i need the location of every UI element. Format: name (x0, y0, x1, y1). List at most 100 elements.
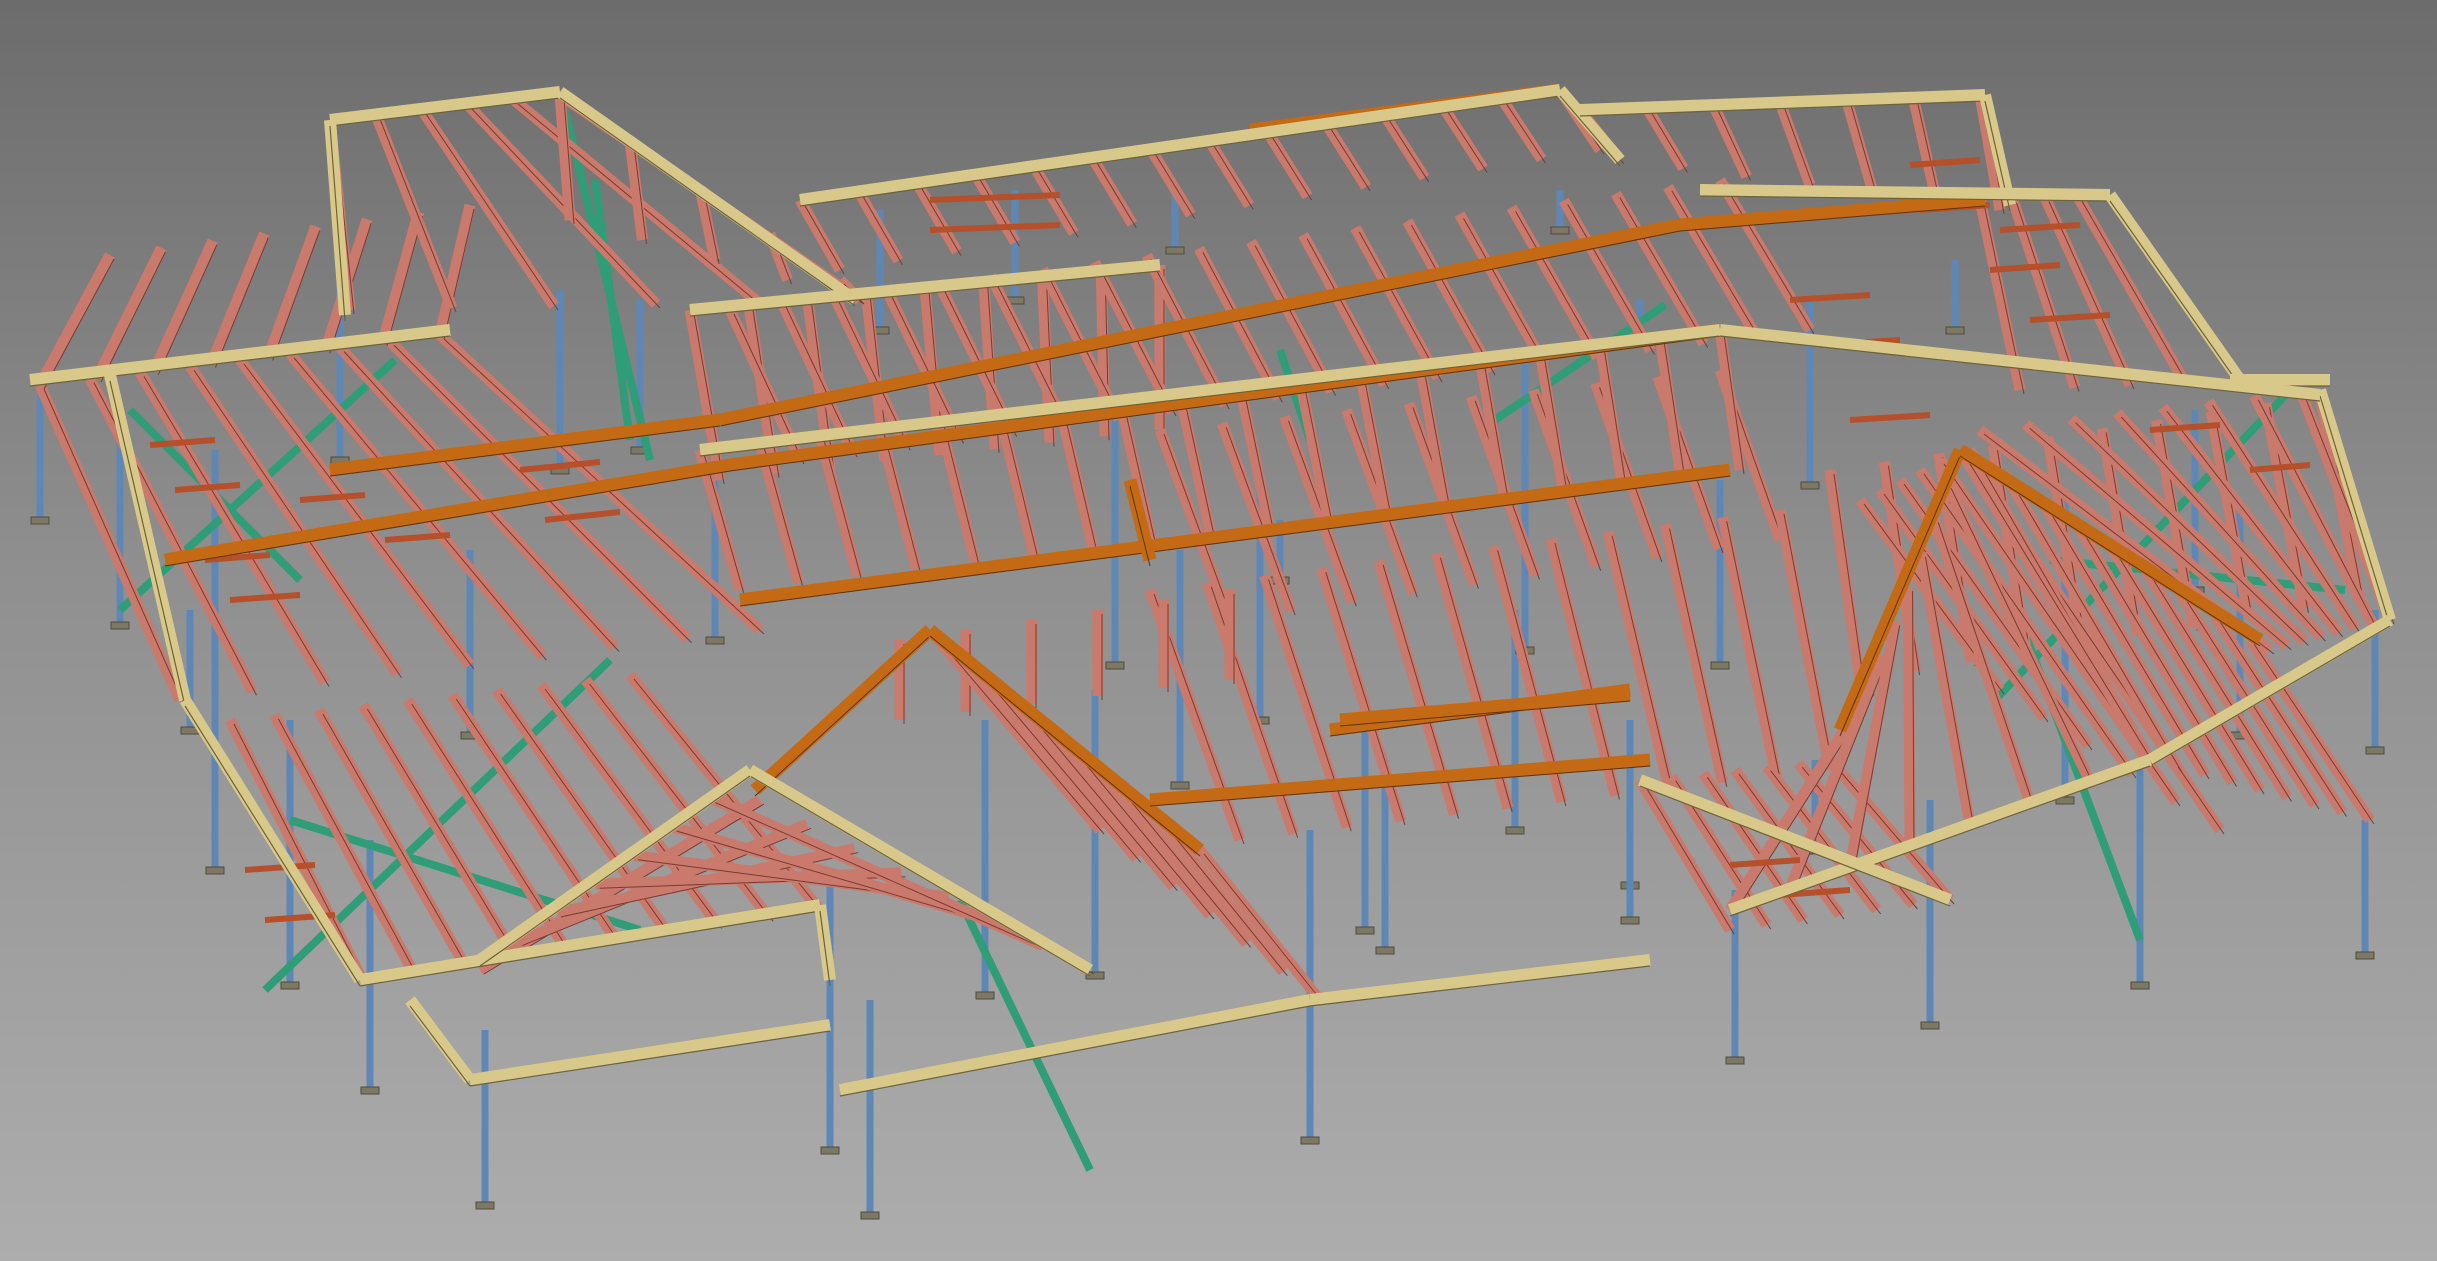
fascia-board (1555, 86, 1625, 164)
rafter-edge (1716, 108, 1752, 181)
rafter (1321, 120, 1371, 190)
post-base-plate (705, 636, 725, 645)
rafter (1087, 154, 1138, 227)
post-base-plate (1620, 916, 1640, 925)
rafter-edge (1271, 136, 1313, 201)
fascia-board (799, 84, 1561, 206)
purlin (1729, 857, 1801, 868)
post-base-plate (975, 991, 995, 1000)
rafter (912, 180, 962, 255)
rafter (149, 238, 218, 373)
rafter (206, 231, 270, 366)
fascia-board (469, 1019, 831, 1086)
rafter (1146, 146, 1196, 218)
fascia-board (1309, 954, 1651, 1006)
rafter-edge (1783, 106, 1815, 190)
rafter (1841, 98, 1879, 195)
fascia-edge (184, 705, 361, 987)
hip-beam (329, 413, 721, 477)
fascia-edge (839, 1005, 1311, 1097)
fascia-edge (359, 910, 821, 987)
hip-beam-edge (739, 475, 1731, 607)
post-base-plate (475, 1201, 495, 1210)
rafter (1907, 96, 1943, 203)
rafter (1054, 406, 1099, 549)
hip-beam (1679, 193, 1986, 232)
purlin (1849, 412, 1931, 423)
purlin (929, 192, 1061, 203)
rafter-edge (1203, 853, 1325, 1005)
post-base-plate (2355, 951, 2375, 960)
purlin (929, 222, 1061, 233)
purlin (299, 492, 366, 503)
purlin (2249, 462, 2311, 473)
rafter (1060, 736, 1215, 919)
post-base-plate (1105, 661, 1125, 670)
rafter (1641, 104, 1689, 172)
rafter-edge (883, 432, 921, 573)
rafter (1195, 846, 1325, 1004)
post-base-plate (1165, 246, 1185, 255)
rafter (1774, 100, 1816, 187)
fascia-edge (1309, 965, 1651, 1007)
rafter (263, 224, 321, 359)
fascia-edge (409, 1005, 471, 1087)
rafter (1438, 103, 1488, 172)
rafter (1496, 95, 1547, 163)
purlin (1999, 222, 2081, 233)
rafter (1263, 129, 1313, 200)
purlin (1789, 292, 1871, 303)
rafter (1824, 469, 1866, 681)
post-base-plate (110, 621, 130, 630)
rafter (434, 203, 476, 337)
rafter-edge (1212, 144, 1254, 210)
rafter-edge (1505, 102, 1546, 164)
post-base-plate (205, 866, 225, 875)
rafter (1708, 102, 1752, 179)
rafter-edge (1650, 111, 1688, 173)
fascia-board (1699, 184, 2111, 201)
rafter-edge (1388, 119, 1430, 182)
rafter (1717, 516, 1782, 778)
rafter (994, 413, 1040, 557)
post-base-plate (1375, 946, 1395, 955)
rafter-edge (1726, 521, 1781, 781)
rafter-edge (1095, 161, 1137, 229)
post-base-plate (1920, 1021, 1940, 1030)
post-base-plate (1710, 661, 1730, 670)
post-base-plate (1800, 481, 1820, 490)
post-base-plate (1945, 326, 1965, 335)
rafter-edge (1783, 513, 1835, 775)
rafter-edge (1068, 743, 1215, 920)
purlin (1989, 262, 2061, 273)
rafter (1714, 329, 1746, 471)
fascia-board (838, 994, 1312, 1096)
post-base-plate (1725, 1056, 1745, 1065)
rafter (34, 382, 186, 703)
3d-model-viewport[interactable] (0, 0, 2437, 1261)
purlin (229, 592, 301, 603)
hip-beam (1149, 753, 1651, 807)
post-base-plate (860, 1211, 880, 1220)
purlin (1909, 157, 1981, 168)
rafter-edge (933, 633, 1105, 835)
post-base-plate (1355, 926, 1375, 935)
post-base-plate (1550, 226, 1570, 235)
rafter (1660, 523, 1729, 784)
rafter (377, 210, 424, 344)
rafter-edge (1003, 418, 1039, 559)
post-base-plate (2365, 746, 2385, 755)
fascia-board (405, 996, 475, 1084)
purlin (174, 482, 241, 493)
rafter-edge (1850, 103, 1878, 198)
post-base-plate (1300, 1136, 1320, 1145)
rafter-edge (823, 439, 863, 581)
rafter (1602, 530, 1675, 791)
rafter (1545, 537, 1621, 797)
rafter (934, 420, 981, 564)
rafter-edge (943, 425, 980, 566)
post-base-plate (2130, 981, 2150, 990)
diagonal-brace (591, 179, 634, 441)
rafter (1204, 137, 1254, 209)
post-base-plate (1170, 781, 1190, 790)
